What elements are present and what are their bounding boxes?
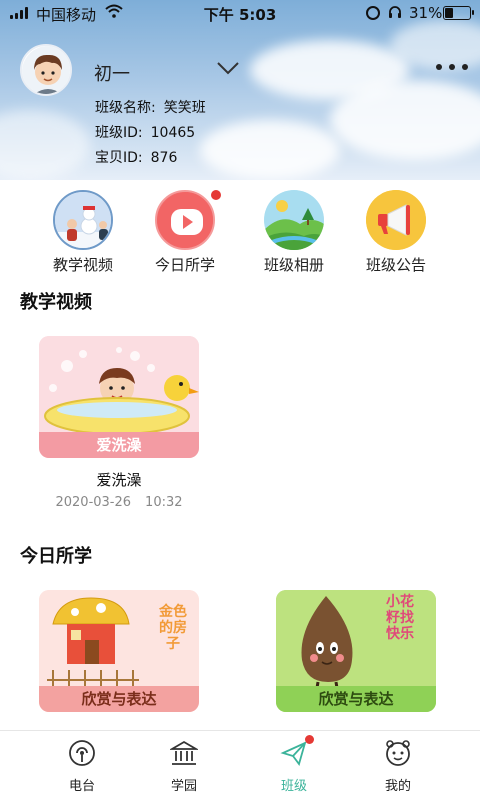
boy-avatar-icon — [22, 46, 70, 94]
category-label: 班级相册 — [263, 256, 324, 274]
class-id-label: 班级ID: — [95, 125, 143, 141]
video-card-thumbnail[interactable]: 爱洗澡 — [39, 336, 199, 458]
category-label: 今日所学 — [154, 256, 215, 274]
class-header: 中国移动 下午 5:03 31% 初一 班级名称: 笑笑班 班级ID: 1046… — [0, 0, 480, 180]
more-icon[interactable] — [436, 63, 470, 73]
class-name-value: 笑笑班 — [163, 100, 206, 116]
radio-icon — [69, 740, 95, 766]
category-label: 班级公告 — [365, 256, 426, 274]
tab-school[interactable]: 学园 — [144, 737, 224, 795]
tab-label: 学园 — [170, 779, 197, 794]
chevron-down-icon[interactable] — [216, 60, 240, 76]
class-selector-label[interactable]: 初一 — [94, 60, 130, 86]
today-card-art-text: 小花籽找快乐 — [386, 594, 414, 642]
today-card-banner: 欣赏与表达 — [39, 686, 199, 712]
class-id-row: 班级ID: 10465 — [95, 122, 195, 142]
today-card-art-text: 金色的房子 — [159, 604, 187, 652]
battery-icon — [443, 6, 474, 20]
play-icon — [155, 190, 215, 250]
battery-percent: 31% — [409, 4, 443, 22]
notification-dot — [211, 190, 221, 200]
class-name-row: 班级名称: 笑笑班 — [95, 97, 206, 117]
tab-mine[interactable]: 我的 — [358, 737, 438, 795]
video-card-time: 10:32 — [145, 495, 183, 510]
today-card-2[interactable]: 小花籽找快乐 欣赏与表达 — [276, 590, 436, 712]
school-icon — [170, 740, 198, 765]
video-card-datetime: 2020-03-26 10:32 — [39, 495, 199, 510]
section-title-today: 今日所学 — [20, 546, 92, 567]
class-id-value: 10465 — [150, 125, 196, 141]
clock: 下午 5:03 — [203, 6, 277, 24]
today-card-1[interactable]: 金色的房子 欣赏与表达 — [39, 590, 199, 712]
tab-label: 电台 — [68, 779, 95, 794]
category-teaching-video[interactable]: 教学视频 — [43, 190, 123, 280]
tab-class[interactable]: 班级 — [254, 735, 334, 795]
tab-label: 班级 — [280, 779, 307, 794]
today-card-banner: 欣赏与表达 — [276, 686, 436, 712]
paper-plane-icon — [280, 741, 307, 766]
baby-id-label: 宝贝ID: — [95, 150, 143, 166]
notification-dot — [305, 735, 314, 744]
category-class-album[interactable]: 班级相册 — [254, 190, 334, 280]
tab-label: 我的 — [384, 779, 411, 794]
profile-face-icon — [386, 740, 410, 766]
status-bar: 中国移动 下午 5:03 31% — [0, 0, 480, 26]
megaphone-icon — [366, 190, 426, 250]
teaching-video-icon — [53, 190, 113, 250]
video-card-title[interactable]: 爱洗澡 — [39, 469, 199, 490]
category-label: 教学视频 — [52, 256, 113, 274]
baby-id-value: 876 — [150, 150, 178, 166]
category-class-notice[interactable]: 班级公告 — [356, 190, 436, 280]
video-card-date: 2020-03-26 — [55, 495, 132, 510]
video-card-banner: 爱洗澡 — [39, 432, 199, 458]
bottom-tab-bar: 电台 学园 班级 我的 — [0, 730, 480, 800]
category-today-learned[interactable]: 今日所学 — [145, 190, 225, 280]
photo-album-icon — [264, 190, 324, 250]
tab-radio[interactable]: 电台 — [42, 737, 122, 795]
class-name-label: 班级名称: — [95, 100, 156, 116]
headphones-icon — [389, 6, 401, 18]
rotation-lock-icon — [366, 6, 380, 20]
section-title-videos: 教学视频 — [20, 292, 92, 313]
baby-id-row: 宝贝ID: 876 — [95, 147, 177, 167]
avatar[interactable] — [20, 44, 72, 96]
